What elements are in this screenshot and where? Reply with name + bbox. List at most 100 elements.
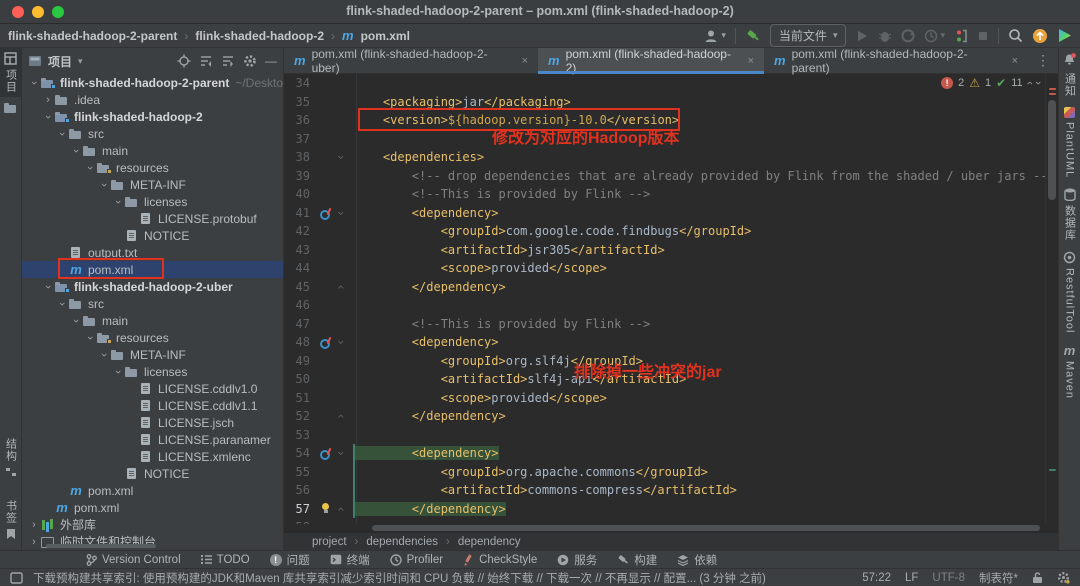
tool-button-services[interactable]: 服务 xyxy=(557,552,597,568)
debug-icon[interactable] xyxy=(878,29,892,43)
fold-icon[interactable] xyxy=(334,333,348,352)
code-line[interactable]: 40 <!--This is provided by Flink --> xyxy=(284,185,1058,204)
tree-item[interactable]: flink-shaded-hadoop-2-parent~/Deskto xyxy=(22,74,283,91)
settings-gear-icon[interactable] xyxy=(1057,571,1070,584)
status-message[interactable]: 下载预构建共享索引: 使用预构建的JDK和Maven 库共享索引减少索引时间和 … xyxy=(33,570,766,586)
vcs-stripe-mark[interactable] xyxy=(1049,469,1056,471)
code-line[interactable]: 46 xyxy=(284,296,1058,315)
next-problem-icon[interactable]: › xyxy=(1032,81,1044,85)
tree-item[interactable]: resources xyxy=(22,329,283,346)
run-configuration-select[interactable]: 当前文件 ▾ xyxy=(770,24,847,47)
editor-hscroll-track[interactable] xyxy=(284,524,1058,532)
code-line[interactable]: 53 xyxy=(284,426,1058,445)
tree-item[interactable]: LICENSE.cddlv1.1 xyxy=(22,397,283,414)
tool-button-project[interactable]: 项目 xyxy=(0,48,21,97)
expand-chevron-icon[interactable] xyxy=(70,315,82,327)
expand-all-icon[interactable] xyxy=(199,54,213,68)
update-available-icon[interactable] xyxy=(1032,28,1048,44)
tree-item[interactable]: NOTICE xyxy=(22,227,283,244)
run-icon[interactable] xyxy=(855,29,869,43)
project-view-selector[interactable]: 项目 xyxy=(48,53,72,70)
expand-chevron-icon[interactable] xyxy=(84,332,96,344)
code-line[interactable]: 55 <groupId>org.apache.commons</groupId> xyxy=(284,463,1058,482)
expand-chevron-icon[interactable] xyxy=(42,281,54,293)
tree-item[interactable]: LICENSE.xmlenc xyxy=(22,448,283,465)
fold-icon[interactable] xyxy=(334,148,348,167)
tab-pom-uber[interactable]: m pom.xml (flink-shaded-hadoop-2-uber) × xyxy=(284,48,538,73)
editor-horizontal-scrollbar[interactable] xyxy=(372,525,1040,531)
tool-button-problems[interactable]: !问题 xyxy=(270,552,310,568)
tool-button-version-control[interactable]: Version Control xyxy=(86,554,181,566)
editor-error-stripe[interactable] xyxy=(1045,74,1058,524)
build-hammer-icon[interactable] xyxy=(745,28,761,44)
expand-chevron-icon[interactable] xyxy=(112,196,124,208)
tab-options-icon[interactable]: ⋮ xyxy=(1028,48,1058,73)
gutter-bookmark-icon[interactable] xyxy=(320,208,330,218)
tree-item[interactable]: src xyxy=(22,125,283,142)
tab-pom-active[interactable]: m pom.xml (flink-shaded-hadoop-2) × xyxy=(538,48,764,73)
tool-button-terminal[interactable]: 终端 xyxy=(330,552,370,568)
expand-chevron-icon[interactable] xyxy=(98,179,110,191)
coverage-icon[interactable] xyxy=(901,29,915,43)
code-line[interactable]: 54 <dependency> xyxy=(284,444,1058,463)
profiler-button[interactable]: ▾ xyxy=(924,29,945,43)
tree-item[interactable]: flink-shaded-hadoop-2 xyxy=(22,108,283,125)
crumb-project[interactable]: project xyxy=(312,536,347,548)
tool-button-notifications[interactable]: 通知 xyxy=(1059,48,1080,102)
code-line[interactable]: 43 <artifactId>jsr305</artifactId> xyxy=(284,241,1058,260)
line-separator[interactable]: LF xyxy=(905,572,918,584)
expand-chevron-icon[interactable] xyxy=(42,94,54,106)
tool-button-build[interactable]: 构建 xyxy=(617,552,657,568)
indent-style[interactable]: 制表符* xyxy=(979,570,1018,586)
window-corner-icon[interactable] xyxy=(10,572,23,584)
breadcrumb-file[interactable]: pom.xml xyxy=(361,29,410,43)
expand-chevron-icon[interactable] xyxy=(56,128,68,140)
code-line-current[interactable]: 57 </dependency> xyxy=(284,500,1058,519)
expand-chevron-icon[interactable] xyxy=(28,519,40,531)
tree-item-external-libraries[interactable]: 外部库 xyxy=(22,516,283,533)
tree-item[interactable]: resources xyxy=(22,159,283,176)
tree-item[interactable]: licenses xyxy=(22,193,283,210)
tool-button-plantuml[interactable]: PlantUML xyxy=(1059,102,1080,183)
tab-pom-parent[interactable]: m pom.xml (flink-shaded-hadoop-2-parent)… xyxy=(764,48,1028,73)
tree-item[interactable]: .idea xyxy=(22,91,283,108)
ide-feature-trainer-icon[interactable] xyxy=(1057,28,1072,43)
code-line[interactable]: 51 <scope>provided</scope> xyxy=(284,389,1058,408)
tree-item[interactable]: flink-shaded-hadoop-2-uber xyxy=(22,278,283,295)
fold-icon[interactable] xyxy=(334,444,348,463)
settings-gear-icon[interactable] xyxy=(243,54,257,68)
tree-item[interactable]: NOTICE xyxy=(22,465,283,482)
tree-item[interactable]: src xyxy=(22,295,283,312)
locate-file-icon[interactable] xyxy=(177,54,191,68)
error-stripe-mark[interactable] xyxy=(1049,88,1056,90)
fold-icon[interactable] xyxy=(334,407,348,426)
stop-icon[interactable] xyxy=(977,30,989,42)
code-line[interactable]: 48 <dependency> xyxy=(284,333,1058,352)
expand-chevron-icon[interactable] xyxy=(42,111,54,123)
fold-icon[interactable] xyxy=(334,500,348,519)
code-line[interactable]: 42 <groupId>com.google.code.findbugs</gr… xyxy=(284,222,1058,241)
breadcrumb-module[interactable]: flink-shaded-hadoop-2 xyxy=(195,29,324,43)
breadcrumb-project[interactable]: flink-shaded-hadoop-2-parent xyxy=(8,29,177,43)
close-tab-icon[interactable]: × xyxy=(522,55,528,67)
code-line[interactable]: 41 <dependency> xyxy=(284,204,1058,223)
tree-item[interactable]: main xyxy=(22,312,283,329)
tool-button-checkstyle[interactable]: CheckStyle xyxy=(463,554,537,566)
fold-icon[interactable] xyxy=(334,204,348,223)
expand-chevron-icon[interactable] xyxy=(98,349,110,361)
fold-icon[interactable] xyxy=(334,278,348,297)
tool-button-profiler[interactable]: Profiler xyxy=(390,554,443,566)
file-encoding[interactable]: UTF-8 xyxy=(932,572,965,584)
tree-item[interactable]: LICENSE.jsch xyxy=(22,414,283,431)
tree-item[interactable]: main xyxy=(22,142,283,159)
error-stripe-mark[interactable] xyxy=(1049,93,1056,95)
tree-item[interactable]: mpom.xml xyxy=(22,482,283,499)
code-line[interactable]: 39 <!-- drop dependencies that are alrea… xyxy=(284,167,1058,186)
expand-chevron-icon[interactable] xyxy=(56,298,68,310)
tool-button-dependencies[interactable]: 依赖 xyxy=(677,552,717,568)
code-line[interactable]: 56 <artifactId>commons-compress</artifac… xyxy=(284,481,1058,500)
lock-icon[interactable] xyxy=(1032,571,1043,584)
user-account-button[interactable]: ▾ xyxy=(703,28,726,44)
code-line[interactable]: 45 </dependency> xyxy=(284,278,1058,297)
tree-item[interactable]: META-INF xyxy=(22,346,283,363)
